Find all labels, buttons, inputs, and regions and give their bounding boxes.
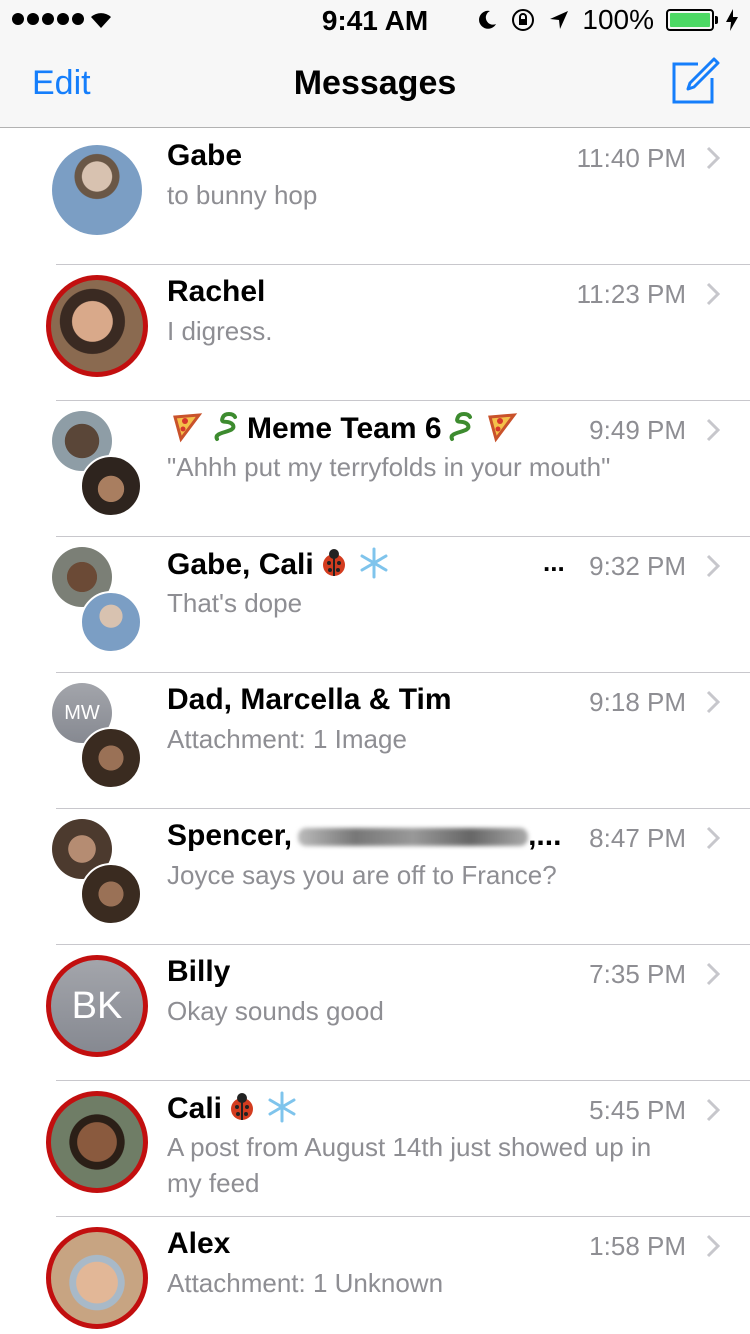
battery-percent: 100% (582, 4, 654, 35)
battery-icon (666, 9, 718, 31)
chevron-right-icon (706, 962, 720, 986)
conversation-time: 9:32 PM (589, 551, 686, 581)
avatar (46, 1227, 150, 1331)
chevron-right-icon (706, 690, 720, 714)
chevron-right-icon (706, 826, 720, 850)
conversation-row[interactable]: MW Dad, Marcella & Tim 9:18 PM Attachmen… (0, 673, 750, 809)
conversation-row[interactable]: BK Billy 7:35 PM Okay sounds good (0, 945, 750, 1081)
chevron-right-icon (706, 146, 720, 170)
rotation-lock-icon (512, 9, 535, 31)
conversation-time: 9:49 PM (589, 415, 686, 445)
conversation-name: Gabe, Cali (167, 547, 394, 582)
conversation-name: Gabe (167, 139, 243, 172)
moon-icon (479, 10, 497, 29)
navigation-bar: Edit Messages (0, 40, 750, 128)
conversation-name: Rachel (167, 275, 266, 308)
conversation-row[interactable]: Gabe 11:40 PM to bunny hop (0, 129, 750, 265)
location-arrow-icon (550, 11, 569, 29)
status-bar: 9:41 AM 100% (0, 0, 750, 40)
conversation-name: Spencer,,... (167, 819, 562, 852)
snake-icon (214, 412, 237, 441)
ladybug-icon (322, 549, 345, 576)
avatar (46, 411, 150, 517)
conversation-preview: Attachment: 1 Unknown (167, 1268, 444, 1298)
snowflake-icon (360, 547, 388, 579)
snowflake-icon (268, 1091, 296, 1123)
conversation-preview: Joyce says you are off to France? (167, 860, 557, 890)
avatar (46, 819, 150, 925)
avatar (46, 139, 150, 243)
conversation-row[interactable]: Alex 1:58 PM Attachment: 1 Unknown (0, 1217, 750, 1334)
conversation-row[interactable]: Meme Team 6 9:49 PM "Ahhh put my terryfo… (0, 401, 750, 537)
conversation-preview: Attachment: 1 Image (167, 724, 407, 754)
avatar: BK (46, 955, 150, 1059)
conversation-preview: I digress. (167, 316, 273, 346)
conversation-row[interactable]: Gabe, Cali ... 9:32 PM That's dope (0, 537, 750, 673)
conversation-time: 1:58 PM (589, 1231, 686, 1261)
conversation-preview: Okay sounds good (167, 996, 384, 1026)
chevron-right-icon (706, 1098, 720, 1122)
redacted-names (298, 828, 529, 847)
chevron-right-icon (706, 554, 720, 578)
conversation-row[interactable]: Cali 5:45 PM A post from August 14th jus… (0, 1081, 750, 1217)
chevron-right-icon (706, 282, 720, 306)
conversation-time: 11:40 PM (576, 143, 686, 173)
pizza-icon (173, 413, 203, 443)
conversation-preview: to bunny hop (167, 180, 318, 210)
conversation-time: 7:35 PM (589, 959, 686, 989)
conversation-name: Alex (167, 1227, 231, 1260)
avatar (46, 547, 150, 653)
conversation-preview: A post from August 14th just showed up i… (167, 1132, 652, 1198)
edit-button[interactable]: Edit (32, 64, 91, 103)
compose-icon[interactable] (668, 56, 720, 108)
conversation-preview: That's dope (167, 588, 303, 618)
ladybug-icon (231, 1093, 254, 1120)
conversation-preview: "Ahhh put my terryfolds in your mouth" (167, 452, 611, 482)
conversation-name: Billy (167, 955, 231, 988)
conversation-row[interactable]: Rachel 11:23 PM I digress. (0, 265, 750, 401)
conversation-list: Gabe 11:40 PM to bunny hop Rachel 11:23 … (0, 129, 750, 1334)
charging-bolt-icon (726, 9, 738, 31)
conversation-time: 9:18 PM (589, 687, 686, 717)
chevron-right-icon (706, 1234, 720, 1258)
chevron-right-icon (706, 418, 720, 442)
conversation-time: 11:23 PM (576, 279, 686, 309)
conversation-time: 5:45 PM (589, 1095, 686, 1125)
snake-icon (449, 412, 472, 441)
conversation-row[interactable]: Spencer,,... 8:47 PM Joyce says you are … (0, 809, 750, 945)
pizza-icon (487, 413, 517, 443)
avatar (46, 275, 150, 379)
page-title: Messages (293, 64, 457, 102)
conversation-time: 8:47 PM (589, 823, 686, 853)
conversation-name: Dad, Marcella & Tim (167, 683, 452, 716)
avatar (46, 1091, 150, 1195)
more-indicator: ... (543, 547, 565, 577)
conversation-name: Cali (167, 1091, 302, 1126)
conversation-name: Meme Team 6 (167, 411, 522, 446)
avatar: MW (46, 683, 150, 789)
